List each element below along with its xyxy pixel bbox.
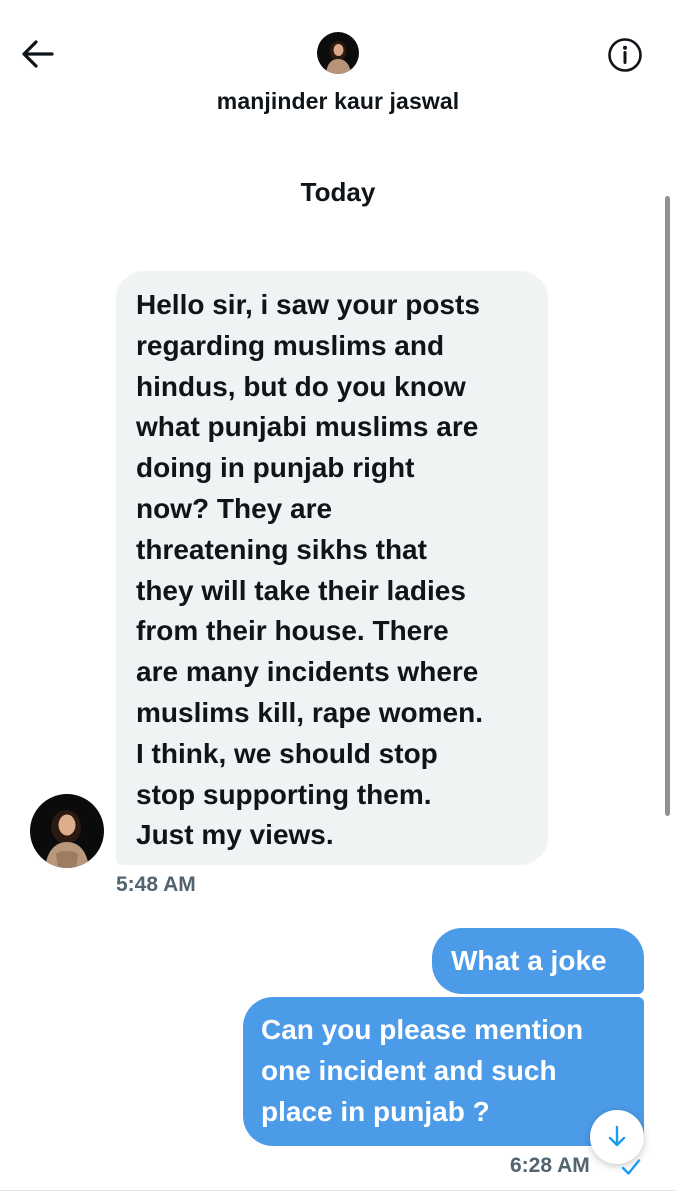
arrow-down-icon [608, 1125, 626, 1147]
conversation-info-button[interactable] [606, 36, 644, 74]
sender-avatar[interactable] [30, 794, 104, 868]
date-separator: Today [300, 177, 376, 207]
contact-name[interactable]: manjinder kaur jaswal [0, 88, 676, 115]
incoming-message-bubble[interactable]: Hello sir, i saw your posts regarding mu… [116, 271, 548, 865]
conversation-header: manjinder kaur jaswal [0, 0, 676, 140]
outgoing-message-bubble[interactable]: Can you please mention one incident and … [243, 997, 644, 1146]
info-circle-icon [608, 38, 642, 72]
arrow-left-icon [22, 40, 54, 68]
incoming-message-time: 5:48 AM [116, 873, 196, 896]
composer-divider [0, 1190, 676, 1191]
back-button[interactable] [18, 34, 62, 74]
scrollbar[interactable] [665, 196, 670, 816]
outgoing-message-time: 6:28 AM [510, 1154, 590, 1177]
outgoing-message-bubble[interactable]: What a joke [432, 928, 644, 994]
checkmark-icon [621, 1159, 641, 1175]
contact-avatar[interactable] [317, 32, 359, 74]
